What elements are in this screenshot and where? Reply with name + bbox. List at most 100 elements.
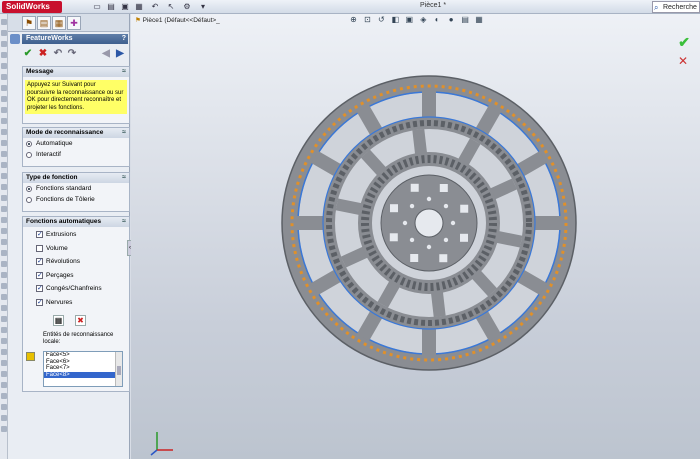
tool-icon[interactable] [1, 151, 7, 157]
tool-icon[interactable] [1, 63, 7, 69]
undo-icon[interactable]: ↶ [150, 2, 160, 12]
tool-icon[interactable] [1, 283, 7, 289]
options-icon[interactable]: ▾ [198, 2, 208, 12]
panel-title: FeatureWorks [26, 35, 73, 42]
scroll-thumb[interactable] [117, 366, 121, 375]
tool-icon[interactable] [1, 96, 7, 102]
radio-icon[interactable] [26, 186, 32, 192]
next-page-icon[interactable]: ▶ [114, 48, 126, 60]
radio-interactif[interactable]: Interactif [23, 149, 129, 160]
checkbox[interactable]: ✓ [36, 272, 43, 279]
wheel-model[interactable] [131, 14, 700, 459]
tool-icon[interactable] [1, 85, 7, 91]
mode-section-header[interactable]: Mode de reconnaissance ≈ [23, 128, 129, 138]
message-section-header[interactable]: Message ≈ [23, 67, 129, 77]
radio-icon[interactable] [26, 197, 32, 203]
tool-icon[interactable] [1, 404, 7, 410]
tool-icon[interactable] [1, 52, 7, 58]
check-conges-chanfreins[interactable]: ✓ Congés/Chanfreins [33, 283, 129, 297]
check-revolutions[interactable]: ✓ Révolutions [33, 256, 129, 270]
tool-icon[interactable] [1, 184, 7, 190]
collapse-icon[interactable]: ≈ [122, 128, 126, 138]
tool-icon[interactable] [1, 294, 7, 300]
tool-icon[interactable] [1, 140, 7, 146]
tool-icon[interactable] [1, 74, 7, 80]
dimxpert-tab[interactable]: ✚ [67, 16, 81, 30]
open-icon[interactable]: ▤ [106, 2, 116, 12]
radio-fonctions-tolerie[interactable]: Fonctions de Tôlerie [23, 194, 129, 205]
tool-icon[interactable] [1, 228, 7, 234]
cancel-button[interactable]: ✖ [37, 48, 49, 60]
checkbox[interactable] [36, 245, 43, 252]
radio-icon[interactable] [26, 152, 32, 158]
tool-icon[interactable] [1, 30, 7, 36]
type-section-header[interactable]: Type de fonction ≈ [23, 173, 129, 183]
tool-icon[interactable] [1, 272, 7, 278]
graphics-viewport[interactable]: ⚑ Pièce1 (Défaut<<Défaut>_ ⊕ ⊡ ↺ ◧ ▣ ◈ ◐… [131, 14, 700, 459]
collapse-icon[interactable]: ≈ [122, 67, 126, 77]
check-percages[interactable]: ✓ Perçages [33, 270, 129, 284]
checkbox-label: Nervures [46, 299, 72, 306]
tool-icon[interactable] [1, 371, 7, 377]
feature-tree-tab[interactable]: ⚑ [22, 16, 36, 30]
hub-center [415, 209, 443, 237]
tool-icon[interactable] [1, 162, 7, 168]
check-volume[interactable]: Volume [33, 243, 129, 257]
tool-icon[interactable] [1, 349, 7, 355]
tool-icon[interactable] [1, 393, 7, 399]
radio-automatique[interactable]: Automatique [23, 138, 129, 149]
save-icon[interactable]: ▣ [120, 2, 130, 12]
collapse-icon[interactable]: ≈ [122, 217, 126, 227]
tool-icon[interactable] [1, 327, 7, 333]
select-icon[interactable]: ↖ [166, 2, 176, 12]
checkbox[interactable]: ✓ [36, 285, 43, 292]
tool-icon[interactable] [1, 261, 7, 267]
tool-icon[interactable] [1, 129, 7, 135]
radio-icon[interactable] [26, 141, 32, 147]
checkbox[interactable]: ✓ [36, 231, 43, 238]
checkbox[interactable]: ✓ [36, 258, 43, 265]
tool-icon[interactable] [1, 338, 7, 344]
print-icon[interactable]: ▦ [134, 2, 144, 12]
tool-icon[interactable] [1, 107, 7, 113]
tool-icon[interactable] [1, 41, 7, 47]
tool-icon[interactable] [1, 426, 7, 432]
tool-icon[interactable] [1, 415, 7, 421]
radio-fonctions-standard[interactable]: Fonctions standard [23, 183, 129, 194]
tool-icon[interactable] [1, 316, 7, 322]
rebuild-icon[interactable]: ⚙ [182, 2, 192, 12]
help-icon[interactable]: ? [122, 34, 126, 44]
collapse-icon[interactable]: ≈ [122, 173, 126, 183]
faces-listbox[interactable]: Face<5> Face<6> Face<7> Face<8> [43, 351, 123, 387]
message-section-title: Message [26, 68, 53, 75]
hub-slot [390, 233, 398, 241]
list-item-selected[interactable]: Face<8> [44, 372, 122, 379]
tool-icon[interactable] [1, 360, 7, 366]
next-button[interactable]: ↷ [66, 48, 78, 60]
tool-icon[interactable] [1, 173, 7, 179]
tool-icon[interactable] [1, 305, 7, 311]
search-input[interactable]: ⌕ Recherche [652, 1, 700, 13]
tool-icon[interactable] [1, 250, 7, 256]
tool-icon[interactable] [1, 382, 7, 388]
clear-all-icon[interactable]: ✖ [75, 315, 86, 326]
tool-icon[interactable] [1, 239, 7, 245]
select-all-icon[interactable]: ▦ [53, 315, 64, 326]
auto-section-header[interactable]: Fonctions automatiques ≈ [23, 217, 129, 227]
tool-icon[interactable] [1, 195, 7, 201]
tool-icon[interactable] [1, 206, 7, 212]
tool-icon[interactable] [1, 118, 7, 124]
check-nervures[interactable]: ✓ Nervures [33, 297, 129, 311]
previous-page-icon[interactable]: ◀ [100, 48, 112, 60]
configuration-tab[interactable]: ▦ [52, 16, 66, 30]
ok-button[interactable]: ✔ [22, 48, 34, 60]
checkbox[interactable]: ✓ [36, 299, 43, 306]
new-document-icon[interactable]: ▭ [92, 2, 102, 12]
listbox-scrollbar[interactable] [115, 352, 122, 386]
check-extrusions[interactable]: ✓ Extrusions [33, 229, 129, 243]
back-button[interactable]: ↶ [52, 48, 64, 60]
tool-icon[interactable] [1, 19, 7, 25]
property-manager-tab[interactable]: ▤ [37, 16, 51, 30]
tool-icon[interactable] [1, 217, 7, 223]
solidworks-logo[interactable]: SolidWorks [2, 1, 62, 13]
